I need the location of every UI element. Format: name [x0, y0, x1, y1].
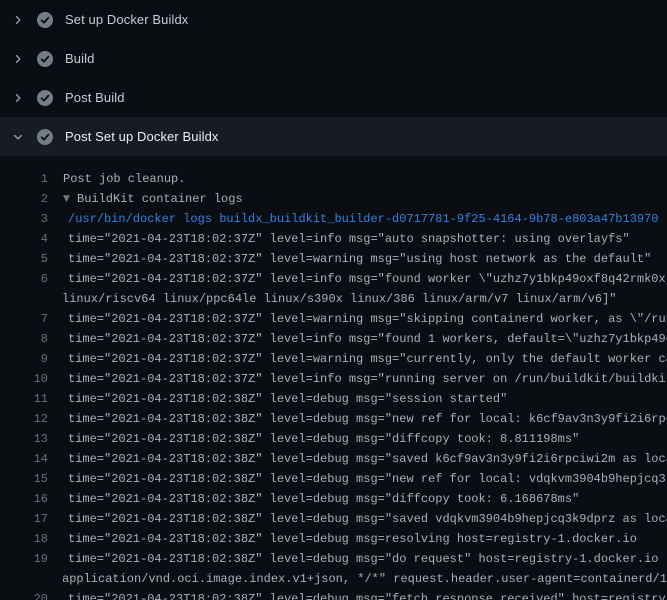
line-number[interactable]: 7: [0, 309, 48, 329]
log-text: time="2021-04-23T18:02:37Z" level=info m…: [48, 369, 667, 389]
check-circle-icon: [37, 12, 53, 28]
step-row-set-up-docker-buildx[interactable]: Set up Docker Buildx: [0, 0, 667, 39]
line-number[interactable]: 15: [0, 469, 48, 489]
check-circle-icon: [37, 51, 53, 67]
log-text: time="2021-04-23T18:02:37Z" level=warnin…: [48, 349, 667, 369]
step-row-post-set-up-docker-buildx[interactable]: Post Set up Docker Buildx: [0, 117, 667, 156]
log-line: application/vnd.oci.image.index.v1+json,…: [0, 569, 667, 589]
log-line: 12time="2021-04-23T18:02:38Z" level=debu…: [0, 409, 667, 429]
log-line: 7time="2021-04-23T18:02:37Z" level=warni…: [0, 309, 667, 329]
line-number[interactable]: 18: [0, 529, 48, 549]
log-line: 2▼BuildKit container logs: [0, 189, 667, 209]
log-text: time="2021-04-23T18:02:37Z" level=info m…: [48, 329, 667, 349]
line-number[interactable]: 2: [0, 189, 48, 209]
log-text: time="2021-04-23T18:02:38Z" level=debug …: [48, 489, 667, 509]
log-line: 19time="2021-04-23T18:02:38Z" level=debu…: [0, 549, 667, 569]
step-label: Set up Docker Buildx: [65, 12, 188, 27]
steps-list: Set up Docker Buildx Build Post Build Post …: [0, 0, 667, 156]
line-number[interactable]: 9: [0, 349, 48, 369]
check-circle-icon: [37, 129, 53, 145]
log-text: time="2021-04-23T18:02:37Z" level=info m…: [48, 229, 667, 249]
group-caret-icon[interactable]: ▼: [63, 189, 77, 209]
log-text: time="2021-04-23T18:02:38Z" level=debug …: [48, 529, 667, 549]
log-group-header: ▼BuildKit container logs: [48, 189, 667, 209]
chevron-right-icon: [12, 92, 24, 104]
line-number: [0, 569, 48, 589]
log-text: Post job cleanup.: [48, 169, 667, 189]
chevron-right-icon: [12, 53, 24, 65]
log-text: time="2021-04-23T18:02:38Z" level=debug …: [48, 409, 667, 429]
line-number: [0, 289, 48, 309]
log-text: time="2021-04-23T18:02:37Z" level=info m…: [48, 269, 667, 289]
log-line: linux/riscv64 linux/ppc64le linux/s390x …: [0, 289, 667, 309]
log-line: 13time="2021-04-23T18:02:38Z" level=debu…: [0, 429, 667, 449]
log-line: 17time="2021-04-23T18:02:38Z" level=debu…: [0, 509, 667, 529]
line-number[interactable]: 19: [0, 549, 48, 569]
line-number[interactable]: 4: [0, 229, 48, 249]
line-number[interactable]: 11: [0, 389, 48, 409]
log-text: time="2021-04-23T18:02:38Z" level=debug …: [48, 589, 667, 600]
chevron-down-icon: [12, 131, 24, 143]
line-number[interactable]: 3: [0, 209, 48, 229]
log-text: time="2021-04-23T18:02:38Z" level=debug …: [48, 469, 667, 489]
log-text-continuation: linux/riscv64 linux/ppc64le linux/s390x …: [48, 289, 667, 309]
log-text: time="2021-04-23T18:02:38Z" level=debug …: [48, 429, 667, 449]
log-line: 15time="2021-04-23T18:02:38Z" level=debu…: [0, 469, 667, 489]
log-text: time="2021-04-23T18:02:38Z" level=debug …: [48, 389, 667, 409]
chevron-right-icon: [12, 14, 24, 26]
step-row-build[interactable]: Build: [0, 39, 667, 78]
log-view: 1Post job cleanup.2▼BuildKit container l…: [0, 156, 667, 600]
step-row-post-build[interactable]: Post Build: [0, 78, 667, 117]
log-line: 9time="2021-04-23T18:02:37Z" level=warni…: [0, 349, 667, 369]
line-number[interactable]: 5: [0, 249, 48, 269]
line-number[interactable]: 6: [0, 269, 48, 289]
line-number[interactable]: 1: [0, 169, 48, 189]
log-line: 5time="2021-04-23T18:02:37Z" level=warni…: [0, 249, 667, 269]
line-number[interactable]: 13: [0, 429, 48, 449]
log-text: time="2021-04-23T18:02:38Z" level=debug …: [48, 549, 667, 569]
log-line: 14time="2021-04-23T18:02:38Z" level=debu…: [0, 449, 667, 469]
log-text: time="2021-04-23T18:02:38Z" level=debug …: [48, 509, 667, 529]
line-number[interactable]: 12: [0, 409, 48, 429]
log-line: 1Post job cleanup.: [0, 169, 667, 189]
log-text: time="2021-04-23T18:02:38Z" level=debug …: [48, 449, 667, 469]
line-number[interactable]: 17: [0, 509, 48, 529]
log-command-text: /usr/bin/docker logs buildx_buildkit_bui…: [48, 209, 667, 229]
log-line: 4time="2021-04-23T18:02:37Z" level=info …: [0, 229, 667, 249]
line-number[interactable]: 14: [0, 449, 48, 469]
log-line: 20time="2021-04-23T18:02:38Z" level=debu…: [0, 589, 667, 600]
group-toggle-label[interactable]: BuildKit container logs: [77, 192, 243, 206]
log-line: 16time="2021-04-23T18:02:38Z" level=debu…: [0, 489, 667, 509]
log-line: 6time="2021-04-23T18:02:37Z" level=info …: [0, 269, 667, 289]
line-number[interactable]: 8: [0, 329, 48, 349]
log-line: 8time="2021-04-23T18:02:37Z" level=info …: [0, 329, 667, 349]
log-line: 3/usr/bin/docker logs buildx_buildkit_bu…: [0, 209, 667, 229]
log-text-continuation: application/vnd.oci.image.index.v1+json,…: [48, 569, 667, 589]
step-label: Build: [65, 51, 94, 66]
log-line: 18time="2021-04-23T18:02:38Z" level=debu…: [0, 529, 667, 549]
log-line: 10time="2021-04-23T18:02:37Z" level=info…: [0, 369, 667, 389]
log-text: time="2021-04-23T18:02:37Z" level=warnin…: [48, 309, 667, 329]
step-label: Post Set up Docker Buildx: [65, 129, 219, 144]
line-number[interactable]: 16: [0, 489, 48, 509]
log-text: time="2021-04-23T18:02:37Z" level=warnin…: [48, 249, 667, 269]
log-line: 11time="2021-04-23T18:02:38Z" level=debu…: [0, 389, 667, 409]
step-label: Post Build: [65, 90, 125, 105]
line-number[interactable]: 20: [0, 589, 48, 600]
check-circle-icon: [37, 90, 53, 106]
line-number[interactable]: 10: [0, 369, 48, 389]
